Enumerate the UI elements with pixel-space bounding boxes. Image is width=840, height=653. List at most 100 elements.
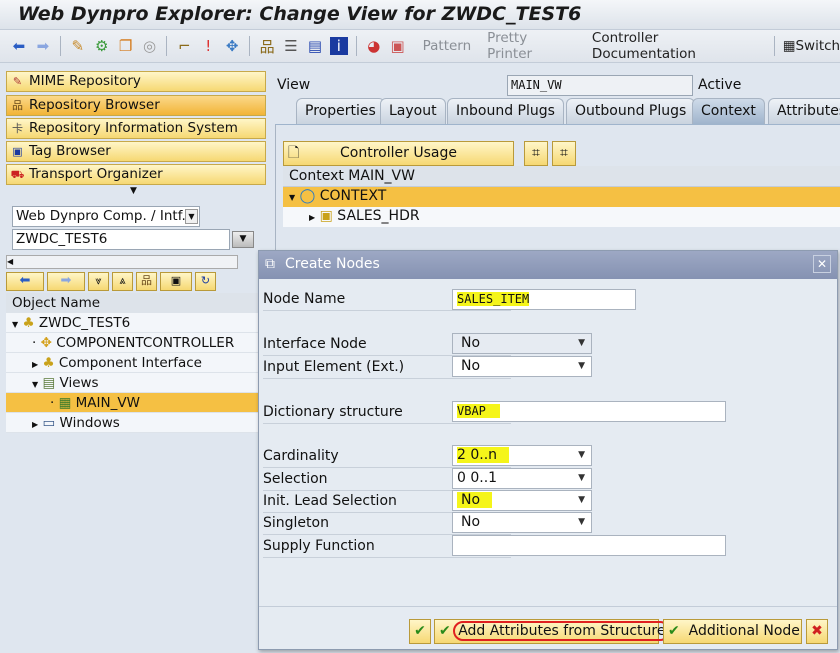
tab-outbound-plugs[interactable]: Outbound Plugs <box>566 98 696 124</box>
dictionary-structure-input[interactable]: VBAP <box>452 401 726 422</box>
breakpoint-icon[interactable]: ! <box>199 37 217 55</box>
tree-node-component-interface[interactable]: ▶ ♣ Component Interface <box>6 353 258 373</box>
test-icon[interactable]: ✥ <box>223 37 241 55</box>
help-icon[interactable]: ◕ <box>365 37 383 55</box>
additional-node-button[interactable]: ✔ Additional Node <box>663 619 802 644</box>
nav-label: Repository Information System <box>29 120 238 136</box>
nav-transport-organizer[interactable]: ⛟ Transport Organizer <box>6 164 266 185</box>
hierarchy-icon[interactable]: 品 <box>136 271 157 291</box>
node-name-value: SALES_ITEM <box>457 292 530 306</box>
tree-node-label: ZWDC_TEST6 <box>38 315 131 331</box>
init-lead-selection-select[interactable]: No <box>452 490 592 511</box>
singleton-select[interactable]: No <box>452 512 592 533</box>
singleton-value: No <box>461 514 481 530</box>
cancel-x-icon: ✖ <box>811 623 823 639</box>
tab-inbound-plugs[interactable]: Inbound Plugs <box>447 98 564 124</box>
tag-icon: ▣ <box>12 145 23 158</box>
tree-node-views[interactable]: ▼ ▤ Views <box>6 373 258 393</box>
tab-properties[interactable]: Properties <box>296 98 385 124</box>
nav-label: Transport Organizer <box>29 166 163 182</box>
expand-all-icon[interactable]: ⩔ <box>88 271 109 291</box>
list-icon[interactable]: ▤ <box>306 37 324 55</box>
info-icon[interactable]: i <box>329 37 348 55</box>
forward-icon[interactable]: ➡ <box>34 37 52 55</box>
switch-button[interactable]: ▦Switch <box>783 38 840 54</box>
forward-icon[interactable]: ➡ <box>47 271 85 291</box>
nav-tag-browser[interactable]: ▣ Tag Browser <box>6 141 266 162</box>
component-icon: ♣ <box>42 355 55 371</box>
copy-object-icon[interactable]: ❐ <box>117 37 135 55</box>
context-header: Context MAIN_VW <box>283 166 840 187</box>
view-icon: ▦ <box>58 395 72 411</box>
switch-label: Switch <box>795 38 840 54</box>
horizontal-scrollbar[interactable]: ◀ <box>6 255 238 269</box>
tab-layout[interactable]: Layout <box>380 98 446 124</box>
document-icon: 🗋 <box>288 145 300 161</box>
node-name-input[interactable]: SALES_ITEM <box>452 289 636 310</box>
settings-icon[interactable]: ▣ <box>389 37 407 55</box>
controller-documentation-button[interactable]: Controller Documentation <box>592 30 766 62</box>
input-element-select[interactable]: No <box>452 356 592 377</box>
init-lead-selection-value: No <box>457 492 493 508</box>
pretty-printer-button[interactable]: Pretty Printer <box>487 30 576 62</box>
navigate-icon[interactable]: ⌐ <box>175 37 193 55</box>
tab-attributes[interactable]: Attributes <box>768 98 840 124</box>
dialog-title-bar: ⧉ Create Nodes ✕ <box>259 251 837 279</box>
nav-repository-information-system[interactable]: 卡 Repository Information System <box>6 118 266 139</box>
tab-context[interactable]: Context <box>692 98 765 124</box>
edit-pencil-icon[interactable]: ✎ <box>69 37 87 55</box>
back-icon[interactable]: ⬅ <box>6 271 44 291</box>
nav-label: Repository Browser <box>29 97 160 113</box>
expand-arrow-icon[interactable]: ▼ <box>130 186 137 196</box>
find-button[interactable]: ⌗ <box>524 141 548 166</box>
supply-function-input[interactable] <box>452 535 726 556</box>
nav-mime-repository[interactable]: ✎ MIME Repository <box>6 71 266 92</box>
object-name-input[interactable]: ZWDC_TEST6 <box>12 229 230 250</box>
cardinality-value: 2 0..n <box>457 447 510 463</box>
separator <box>59 36 61 56</box>
tree-node-main-vw[interactable]: · ▦ MAIN_VW <box>6 393 258 413</box>
nav-repository-browser[interactable]: 品 Repository Browser <box>6 95 266 116</box>
pattern-button[interactable]: Pattern <box>423 38 472 54</box>
stack-icon[interactable]: ☰ <box>282 37 300 55</box>
tree-node-componentcontroller[interactable]: · ✥ COMPONENTCONTROLLER <box>6 333 258 353</box>
find-next-button[interactable]: ⌗ <box>552 141 576 166</box>
collapse-all-icon[interactable]: ⩓ <box>112 271 133 291</box>
context-child-node[interactable]: ▶ ▣ SALES_HDR <box>283 207 840 227</box>
tree-toolbar: ⬅ ➡ ⩔ ⩓ 品 ▣ ↻ <box>6 270 256 292</box>
chevron-down-icon: ▼ <box>185 209 198 224</box>
close-icon[interactable]: ✕ <box>813 255 831 273</box>
refresh-icon[interactable]: ↻ <box>195 271 216 291</box>
tree-node-zwdc-test6[interactable]: ▼ ♣ ZWDC_TEST6 <box>6 313 258 333</box>
hierarchy-icon: 品 <box>12 99 23 112</box>
add-attributes-from-structure-button[interactable]: ✔ Add Attributes from Structure <box>434 619 671 644</box>
selection-select[interactable]: 0 0..1 <box>452 468 592 489</box>
ok-button[interactable]: ✔ <box>409 619 431 644</box>
display-object-icon[interactable]: ▣ <box>160 271 192 291</box>
tree-header: Object Name <box>6 293 258 313</box>
object-name-dropdown-button[interactable]: ▼ <box>232 231 254 248</box>
title-bar: Web Dynpro Explorer: Change View for ZWD… <box>0 0 840 30</box>
tree-node-windows[interactable]: ▶ ▭ Windows <box>6 413 258 433</box>
separator <box>773 36 775 56</box>
cancel-button[interactable]: ✖ <box>806 619 828 644</box>
where-used-icon[interactable]: ◎ <box>141 37 159 55</box>
component-icon: ♣ <box>22 315 35 331</box>
controller-usage-button[interactable]: 🗋 Controller Usage <box>283 141 514 166</box>
tree-node-label: COMPONENTCONTROLLER <box>56 335 235 351</box>
check-activate-icon[interactable]: ⚙ <box>93 37 111 55</box>
context-root-node[interactable]: ▼ ◯ CONTEXT <box>283 187 840 207</box>
object-name-value: ZWDC_TEST6 <box>16 231 108 247</box>
views-folder-icon: ▤ <box>42 375 56 391</box>
object-type-select[interactable]: Web Dynpro Comp. / Intf. ▼ <box>12 206 200 227</box>
cardinality-select[interactable]: 2 0..n <box>452 445 592 466</box>
create-nodes-dialog: ⧉ Create Nodes ✕ Node Name SALES_ITEM In… <box>258 250 838 650</box>
back-icon[interactable]: ⬅ <box>10 37 28 55</box>
binoculars-icon: ⌗ <box>532 145 540 161</box>
interface-node-select[interactable]: No <box>452 333 592 354</box>
checkmark-icon: ✔ <box>439 623 451 639</box>
info-system-icon: 卡 <box>12 122 23 135</box>
hierarchy-icon[interactable]: 品 <box>258 37 276 56</box>
object-type-value: Web Dynpro Comp. / Intf. <box>16 208 186 224</box>
dictionary-structure-value: VBAP <box>457 404 500 418</box>
